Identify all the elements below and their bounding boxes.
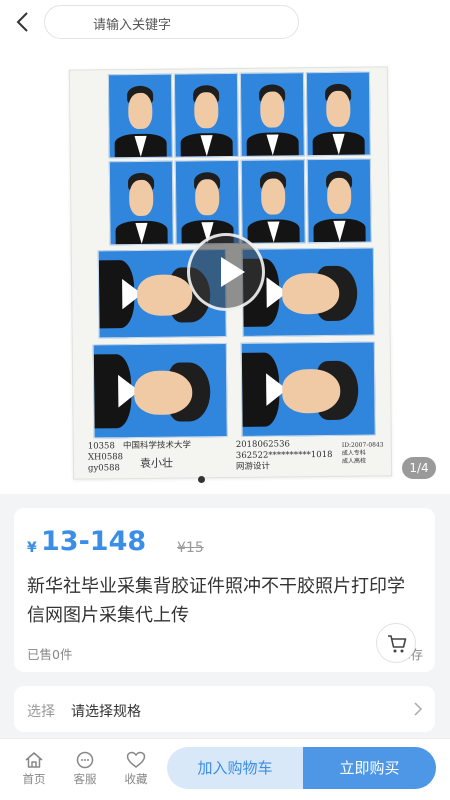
original-price: ¥15: [177, 540, 204, 556]
search-input[interactable]: 请输入关键字: [44, 5, 299, 39]
portrait-thumb: [239, 72, 305, 157]
photo-caption-id1: 2018062536: [235, 439, 290, 450]
portrait-thumb: [306, 158, 372, 244]
carousel-dot[interactable]: [198, 476, 205, 483]
top-bar: 请输入关键字: [0, 0, 450, 46]
sold-count: 已售0件: [27, 647, 73, 662]
search-placeholder: 请输入关键字: [93, 18, 172, 33]
floating-cart-button[interactable]: [376, 623, 416, 663]
spec-selector[interactable]: 选择 请选择规格: [14, 686, 435, 732]
photo-caption-name: 袁小壮: [139, 456, 174, 470]
spec-label: 选择: [27, 704, 55, 720]
currency-symbol: ¥: [27, 540, 37, 556]
product-image-gallery[interactable]: 10358 中国科学技术大学 XH0588 gy0588 袁小壮 2018062…: [0, 46, 450, 494]
play-video-icon[interactable]: [187, 233, 265, 311]
portrait-thumb: [108, 160, 174, 246]
spec-value: 请选择规格: [71, 704, 141, 720]
back-arrow-icon[interactable]: [12, 10, 36, 34]
nav-service-label: 客服: [73, 772, 97, 786]
portrait-thumb: [240, 159, 306, 244]
chat-icon: [76, 751, 94, 769]
product-title: 新华社毕业采集背胶证件照冲不干胶照片打印学信网图片采集代上传: [27, 576, 405, 626]
photo-caption-code1: XH0588: [87, 452, 124, 463]
heart-icon: [126, 751, 146, 768]
cart-icon: [388, 635, 407, 653]
portrait-thumb: [173, 72, 239, 158]
nav-favorite-label: 收藏: [124, 772, 148, 786]
buy-now-button[interactable]: 立即购买: [303, 747, 436, 789]
nav-favorite[interactable]: 收藏: [116, 751, 156, 787]
photo-caption-small: ID:2007-0843 成人专科 成人高校: [341, 441, 384, 465]
photo-caption-code2: gy0588: [87, 463, 120, 474]
portrait-large: [240, 341, 376, 437]
nav-home-label: 首页: [22, 772, 46, 786]
portrait-thumb: [305, 71, 371, 157]
product-info-card: ¥ 13-148 ¥15 新华社毕业采集背胶证件照冲不干胶照片打印学信网图片采集…: [14, 508, 435, 672]
photo-caption-major: 网游设计: [235, 461, 271, 472]
chevron-right-icon: [414, 702, 423, 716]
portrait-thumb: [174, 159, 240, 245]
product-detail-page: 请输入关键字 10358 中国科学技术大学 XH0588 gy0588 袁小壮 …: [0, 0, 450, 800]
nav-home[interactable]: 首页: [14, 751, 54, 787]
bottom-action-bar: 首页 客服 收藏 加入购物车 立即购买: [0, 738, 450, 800]
photo-caption-school: 10358 中国科学技术大学: [87, 440, 192, 452]
image-counter: 1/4: [402, 457, 436, 479]
photo-caption-id2: 362522**********1018: [235, 449, 333, 461]
nav-service[interactable]: 客服: [65, 751, 105, 787]
portrait-thumb: [107, 73, 173, 159]
price: 13-148: [41, 526, 147, 557]
portrait-large: [92, 343, 228, 439]
add-to-cart-button[interactable]: 加入购物车: [167, 747, 303, 789]
home-icon: [25, 752, 43, 768]
